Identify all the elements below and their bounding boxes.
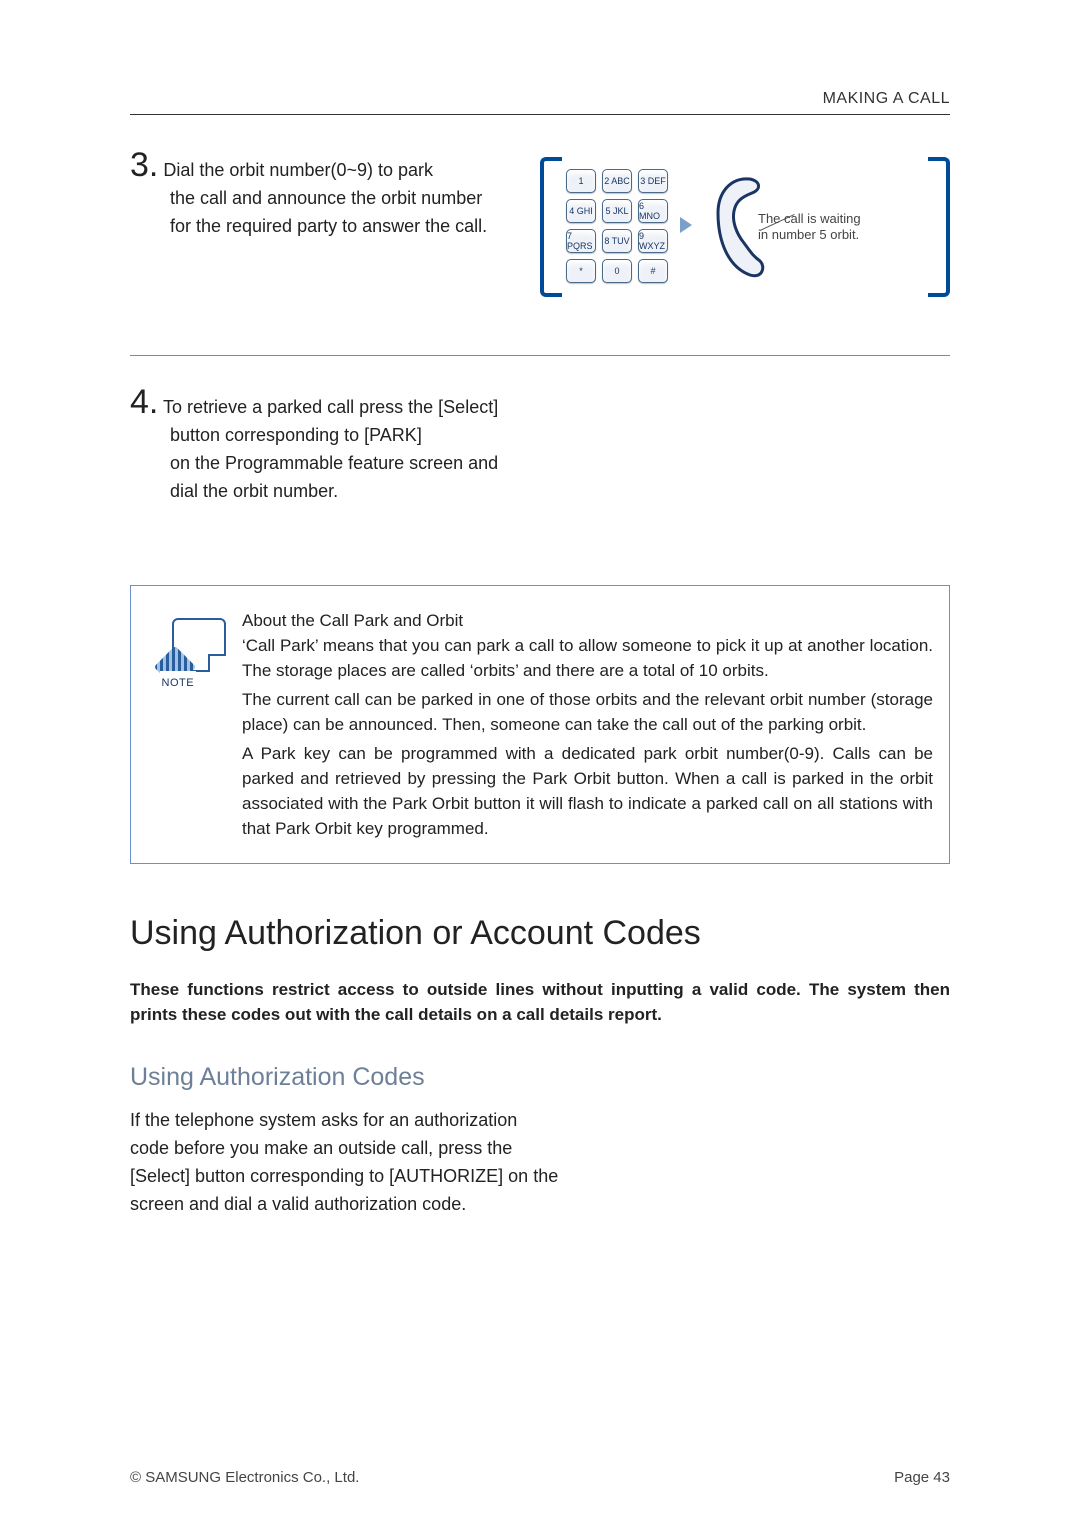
keypad-icon: 1 2 ABC 3 DEF 4 GHI 5 JKL 6 MNO 7 PQRS 8… <box>566 169 668 283</box>
key-hash: # <box>638 259 668 283</box>
section-heading: Using Authorization or Account Codes <box>130 914 950 953</box>
key-7: 7 PQRS <box>566 229 596 253</box>
header-rule <box>130 114 950 115</box>
note-p3: A Park key can be programmed with a dedi… <box>242 741 933 841</box>
section-intro: These functions restrict access to outsi… <box>130 977 950 1027</box>
callout-line1: The call is waiting <box>758 211 861 227</box>
subsection-paragraph: If the telephone system asks for an auth… <box>130 1106 560 1218</box>
step-3-number: 3. <box>130 146 158 184</box>
step-divider <box>130 355 950 356</box>
note-p1: ‘Call Park’ means that you can park a ca… <box>242 633 933 683</box>
note-box: NOTE About the Call Park and Orbit ‘Call… <box>130 585 950 864</box>
key-6: 6 MNO <box>638 199 668 223</box>
key-3: 3 DEF <box>638 169 668 193</box>
page-footer: © SAMSUNG Electronics Co., Ltd. Page 43 <box>130 1469 950 1486</box>
key-0: 0 <box>602 259 632 283</box>
note-label: NOTE <box>160 671 197 696</box>
callout-line2: in number 5 orbit. <box>758 227 861 243</box>
figure-bracket-right <box>928 157 950 297</box>
step-4-text-line1: To retrieve a parked call press the [Sel… <box>163 397 498 417</box>
step-3: 3. Dial the orbit number(0~9) to park th… <box>130 151 950 311</box>
key-8: 8 TUV <box>602 229 632 253</box>
note-title: About the Call Park and Orbit <box>242 608 933 633</box>
note-p2: The current call can be parked in one of… <box>242 687 933 737</box>
subsection-heading: Using Authorization Codes <box>130 1063 950 1092</box>
step-3-text-line2: the call and announce the orbit number <box>170 184 510 212</box>
key-2: 2 ABC <box>602 169 632 193</box>
step-4-number: 4. <box>130 383 158 421</box>
footer-copyright: © SAMSUNG Electronics Co., Ltd. <box>130 1469 359 1486</box>
step-3-text-line3: for the required party to answer the cal… <box>170 212 510 240</box>
key-4: 4 GHI <box>566 199 596 223</box>
key-9: 9 WXYZ <box>638 229 668 253</box>
key-1: 1 <box>566 169 596 193</box>
arrow-icon <box>680 217 692 233</box>
step-3-text-line1: Dial the orbit number(0~9) to park <box>163 160 433 180</box>
step-4-text-line3: on the Programmable feature screen and <box>170 449 950 477</box>
figure-bracket-left <box>540 157 562 297</box>
key-5: 5 JKL <box>602 199 632 223</box>
running-header: MAKING A CALL <box>130 90 950 108</box>
key-star: * <box>566 259 596 283</box>
footer-page-number: Page 43 <box>894 1469 950 1486</box>
step-3-figure: 1 2 ABC 3 DEF 4 GHI 5 JKL 6 MNO 7 PQRS 8… <box>530 151 950 311</box>
step-4: 4. To retrieve a parked call press the [… <box>130 388 950 505</box>
step-4-text-line2: button corresponding to [PARK] <box>170 421 950 449</box>
step-4-text-line4: dial the orbit number. <box>170 477 950 505</box>
note-icon: NOTE <box>164 618 226 680</box>
